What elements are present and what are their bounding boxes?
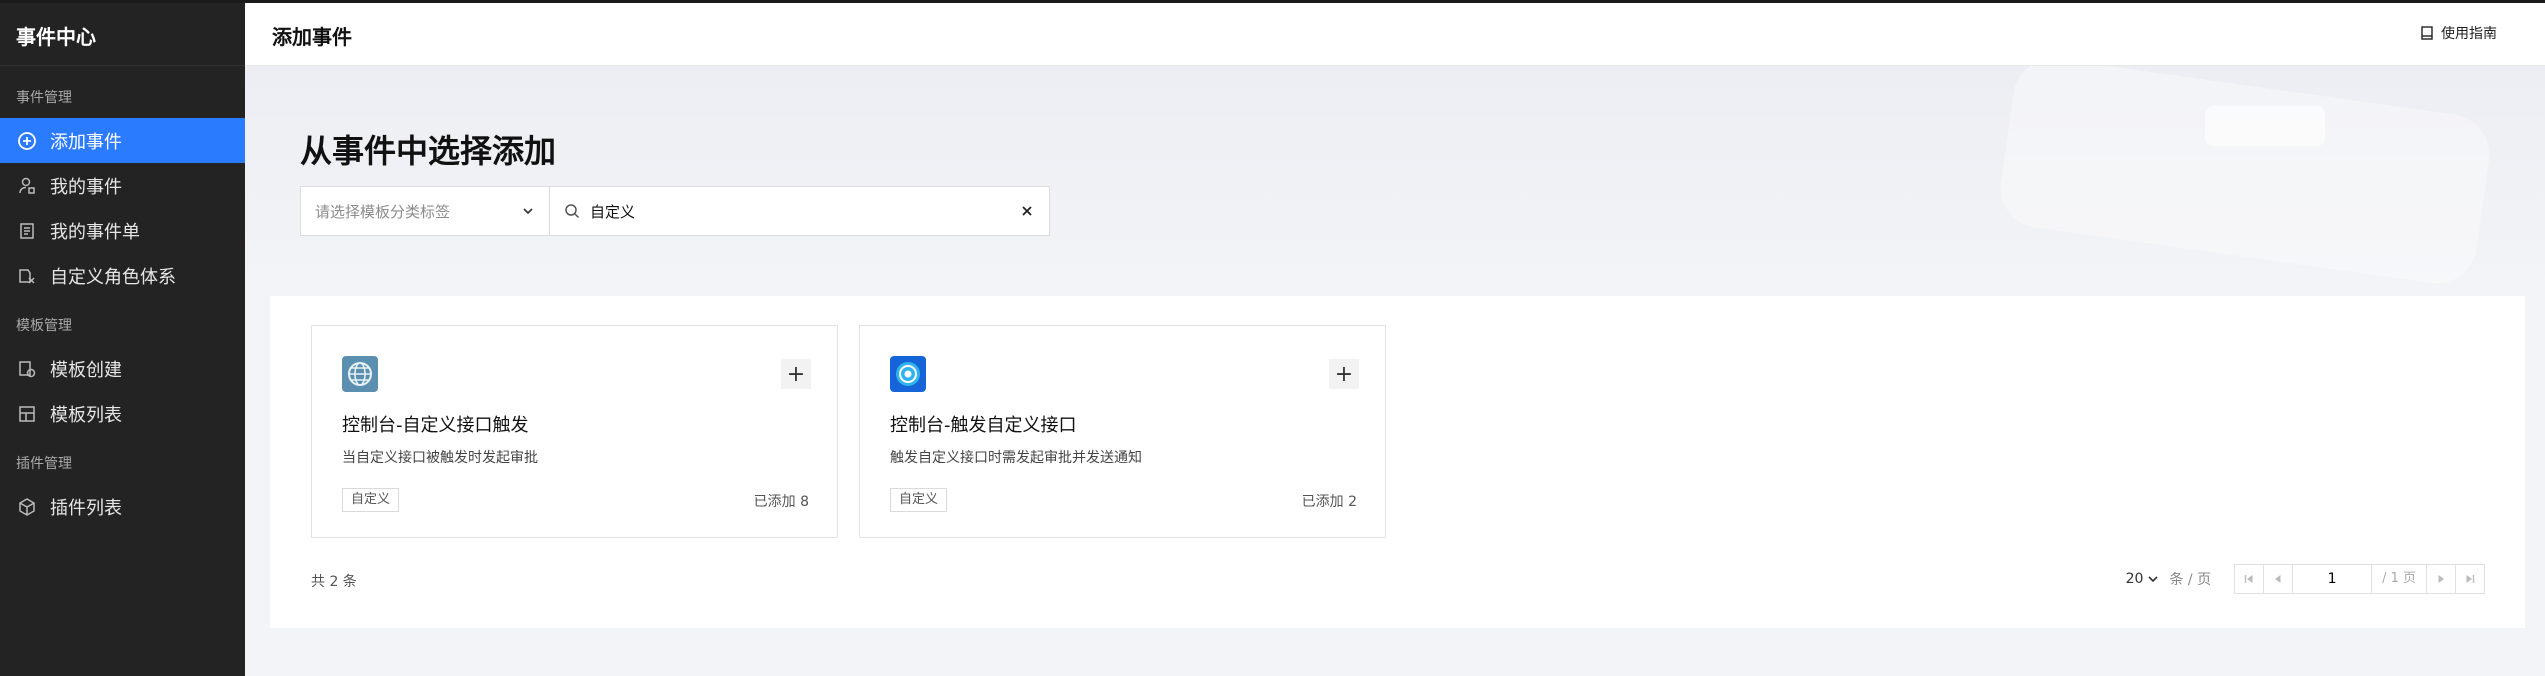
category-select[interactable]: 请选择模板分类标签 [300,186,550,236]
user-icon [16,175,38,197]
card-title: 控制台-触发自定义接口 [890,415,1077,436]
prev-page-button[interactable] [2263,564,2294,594]
sidebar-item-label: 模板列表 [50,404,122,426]
sidebar-item-label: 添加事件 [50,131,122,153]
template-create-icon [16,358,38,380]
last-page-button[interactable] [2455,564,2485,594]
sidebar-item-template-list[interactable]: 模板列表 [0,391,245,436]
card-description: 当自定义接口被触发时发起审批 [342,450,538,466]
next-page-button[interactable] [2426,564,2456,594]
role-icon [16,265,38,287]
hero-title: 从事件中选择添加 [300,132,557,170]
search-icon [565,204,580,219]
pagination: 20 条 / 页 / 1 页 [2126,564,2485,594]
group-label-template: 模板管理 [16,318,72,334]
category-tag: 自定义 [890,488,948,512]
add-button[interactable]: + [781,359,811,389]
sidebar-item-my-events[interactable]: 我的事件 [0,163,245,208]
book-icon [2421,26,2433,40]
sidebar-item-my-tickets[interactable]: 我的事件单 [0,208,245,253]
close-icon[interactable] [1019,203,1035,219]
hero-decoration [2205,106,2325,146]
template-list-icon [16,403,38,425]
group-label-event: 事件管理 [16,90,72,106]
sidebar-item-label: 插件列表 [50,497,122,519]
next-page-icon [2438,575,2444,583]
category-tag: 自定义 [342,488,400,512]
added-count: 已添加 2 [1301,494,1357,510]
card-title: 控制台-自定义接口触发 [342,415,529,436]
search-input[interactable] [590,202,1019,220]
group-label-plugin: 插件管理 [16,456,72,472]
globe-app-icon [342,356,378,392]
hero-decoration [1995,66,2495,289]
search-box [550,186,1050,236]
total-pages: / 1 页 [2371,564,2427,594]
add-button[interactable]: + [1329,359,1359,389]
guide-link[interactable]: 使用指南 [2419,23,2497,43]
sidebar-item-custom-roles[interactable]: 自定义角色体系 [0,253,245,298]
chevron-down-icon [2148,576,2159,583]
last-page-icon [2466,575,2475,583]
sidebar-item-label: 自定义角色体系 [50,266,176,288]
chevron-down-icon [523,208,533,215]
event-card[interactable]: + 控制台-触发自定义接口 触发自定义接口时需发起审批并发送通知 自定义 已添加… [859,325,1386,538]
page-number-input[interactable] [2292,564,2373,594]
guide-label: 使用指南 [2441,26,2497,42]
first-page-icon [2244,575,2253,583]
page-size-value: 20 [2125,571,2144,587]
hero-section: 从事件中选择添加 请选择模板分类标签 [245,66,2545,296]
added-count: 已添加 8 [753,494,809,510]
sidebar-item-plugin-list[interactable]: 插件列表 [0,484,245,529]
prev-page-icon [2275,575,2281,583]
sidebar: 事件中心 事件管理 添加事件 我的事件 我的事件单 自定义角色体系 模板管理 模… [0,3,245,676]
sidebar-item-label: 模板创建 [50,359,122,381]
sidebar-item-template-create[interactable]: 模板创建 [0,346,245,391]
document-icon [16,220,38,242]
total-count: 共 2 条 [311,574,357,590]
header: 添加事件 使用指南 [245,3,2545,66]
card-description: 触发自定义接口时需发起审批并发送通知 [890,450,1142,466]
result-panel: + 控制台-自定义接口触发 当自定义接口被触发时发起审批 自定义 已添加 8 +… [270,296,2525,628]
app-title: 事件中心 [0,3,245,66]
cube-icon [16,496,38,518]
first-page-button[interactable] [2234,564,2265,594]
target-app-icon [890,356,926,392]
page-title: 添加事件 [272,25,352,49]
sidebar-item-label: 我的事件单 [50,221,140,243]
page-size-unit: 条 / 页 [2169,572,2212,588]
category-placeholder: 请选择模板分类标签 [315,202,451,221]
sidebar-item-label: 我的事件 [50,176,122,198]
event-card[interactable]: + 控制台-自定义接口触发 当自定义接口被触发时发起审批 自定义 已添加 8 [311,325,838,538]
sidebar-item-add-event[interactable]: 添加事件 [0,118,245,163]
plus-circle-icon [16,130,38,152]
page-size-select[interactable]: 20 [2126,571,2160,587]
